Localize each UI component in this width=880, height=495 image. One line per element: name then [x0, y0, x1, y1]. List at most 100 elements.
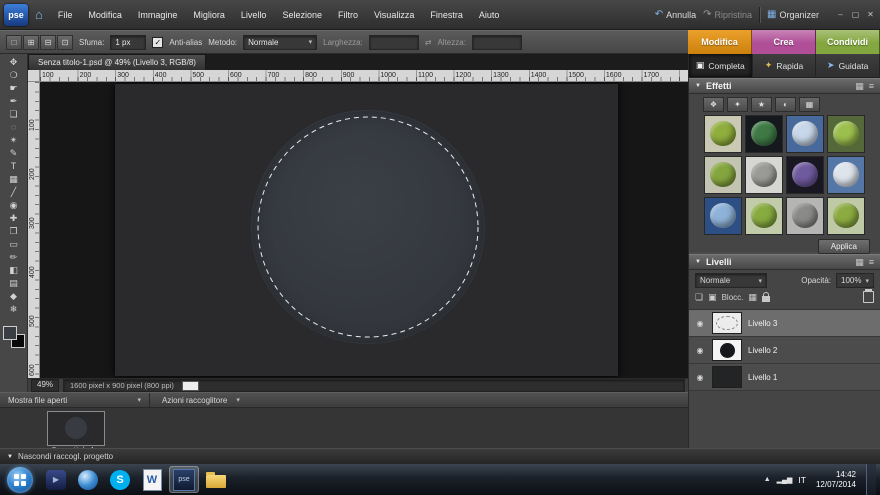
workspace-tab[interactable]: Modifica	[688, 30, 752, 54]
layer-styles-category-button[interactable]: ✦	[727, 97, 748, 112]
menu-item[interactable]: Finestra	[422, 0, 471, 30]
minimize-button[interactable]: –	[834, 10, 847, 19]
straighten-tool[interactable]: ╱	[3, 186, 25, 198]
edit-mode-tab[interactable]: ✦ Rapida	[753, 54, 817, 77]
add-to-selection-button[interactable]: ⊞	[23, 35, 39, 50]
edit-mode-tab[interactable]: ▣ Completa	[689, 54, 753, 77]
menu-item[interactable]: Livello	[233, 0, 275, 30]
horizontal-ruler[interactable]: 1002003004005006007008009001000110012001…	[40, 70, 688, 82]
eyedropper-tool[interactable]: ✒	[3, 95, 25, 107]
blur-tool[interactable]: ❄	[3, 303, 25, 315]
effect-thumbnail[interactable]	[745, 115, 783, 153]
word-app[interactable]: W	[137, 466, 167, 493]
red-eye-tool[interactable]: ◉	[3, 199, 25, 211]
effects-grid-icon[interactable]: ▦	[855, 81, 864, 92]
layer-row[interactable]: ◉ Livello 3	[689, 310, 880, 337]
layer-thumbnail[interactable]	[712, 339, 742, 361]
taskbar-clock[interactable]: 14:42 12/07/2014	[812, 470, 860, 490]
document-image[interactable]	[115, 84, 618, 376]
blend-mode-dropdown[interactable]: Normale ▾	[695, 273, 767, 288]
skype-app[interactable]: S	[105, 466, 135, 493]
organizer-button[interactable]: ▦ Organizer	[767, 9, 819, 20]
bin-document-thumbnail[interactable]	[47, 411, 105, 446]
paint-bucket-tool[interactable]: ◧	[3, 264, 25, 276]
brush-tool[interactable]: ✏	[3, 251, 25, 263]
eraser-tool[interactable]: ▭	[3, 238, 25, 250]
effect-thumbnail[interactable]	[827, 156, 865, 194]
document-tab[interactable]: Senza titolo-1.psd @ 49% (Livello 3, RGB…	[28, 54, 206, 70]
zoom-tool[interactable]: ❍	[3, 69, 25, 81]
undo-button[interactable]: ↶ Annulla	[655, 9, 696, 20]
mode-dropdown[interactable]: Normale ▾	[243, 35, 317, 50]
zoom-level[interactable]: 49%	[31, 379, 59, 392]
visibility-eye-icon[interactable]: ◉	[694, 319, 706, 328]
menu-item[interactable]: Modifica	[80, 0, 130, 30]
feather-input[interactable]: 1 px	[110, 35, 146, 50]
lock-transparency-icon[interactable]: ▦	[748, 292, 757, 303]
foreground-color-swatch[interactable]	[3, 326, 17, 340]
bin-actions-button[interactable]: Azioni raccoglitore ▾	[150, 396, 252, 405]
media-player-app[interactable]: ▶	[41, 466, 71, 493]
network-icon[interactable]: ▂▄▆	[777, 476, 793, 484]
collapse-triangle-icon[interactable]: ▼	[695, 83, 701, 89]
explorer-app[interactable]	[201, 466, 231, 493]
layers-grid-icon[interactable]: ▦	[855, 257, 864, 268]
crop-tool[interactable]: ▦	[3, 173, 25, 185]
close-button[interactable]: ✕	[864, 10, 877, 19]
apply-button[interactable]: Applica	[818, 239, 870, 254]
move-tool[interactable]: ✥	[3, 56, 25, 68]
vertical-ruler[interactable]: 100200300400500600	[28, 82, 40, 378]
edit-mode-tab[interactable]: ➤ Guidata	[816, 54, 880, 77]
lock-all-icon[interactable]	[762, 296, 770, 302]
effect-thumbnail[interactable]	[745, 156, 783, 194]
maximize-button[interactable]: ▢	[849, 10, 862, 19]
effect-thumbnail[interactable]	[704, 156, 742, 194]
swap-dimensions-icon[interactable]: ⇄	[425, 38, 432, 47]
effect-thumbnail[interactable]	[704, 115, 742, 153]
canvas[interactable]	[40, 82, 688, 378]
height-input[interactable]	[472, 35, 522, 50]
effect-thumbnail[interactable]	[745, 197, 783, 235]
layer-name[interactable]: Livello 2	[748, 346, 777, 355]
filters-category-button[interactable]: ❖	[703, 97, 724, 112]
effect-thumbnail[interactable]	[704, 197, 742, 235]
layer-row[interactable]: ◉ Livello 2	[689, 337, 880, 364]
menu-item[interactable]: File	[50, 0, 81, 30]
photoshop-elements-app[interactable]: pse	[169, 466, 199, 493]
scrollbar-thumb[interactable]	[182, 381, 199, 391]
lasso-tool[interactable]: ◌	[3, 121, 25, 133]
hide-project-bin-button[interactable]: Nascondi raccogl. progetto	[18, 452, 113, 461]
redo-button[interactable]: ↷ Ripristina	[703, 9, 752, 20]
effect-thumbnail[interactable]	[827, 197, 865, 235]
start-button[interactable]	[7, 467, 33, 493]
show-open-files-dropdown[interactable]: Mostra file aperti ▾	[0, 393, 150, 407]
layer-name[interactable]: Livello 1	[748, 373, 777, 382]
workspace-tab[interactable]: Crea	[752, 30, 816, 54]
show-all-button[interactable]: ▦	[799, 97, 820, 112]
layer-name[interactable]: Livello 3	[748, 319, 777, 328]
home-icon[interactable]: ⌂	[35, 7, 43, 22]
marquee-tool[interactable]: ❏	[3, 108, 25, 120]
gradient-tool[interactable]: ▤	[3, 277, 25, 289]
effect-thumbnail[interactable]	[786, 156, 824, 194]
all-effects-category-button[interactable]: ◐	[775, 97, 796, 112]
new-selection-button[interactable]: □	[6, 35, 22, 50]
layer-thumbnail[interactable]	[712, 312, 742, 334]
visibility-eye-icon[interactable]: ◉	[694, 373, 706, 382]
visibility-eye-icon[interactable]: ◉	[694, 346, 706, 355]
menu-item[interactable]: Migliora	[185, 0, 233, 30]
collapse-triangle-icon[interactable]: ▼	[695, 259, 701, 265]
menu-item[interactable]: Aiuto	[471, 0, 508, 30]
language-indicator[interactable]: IT	[798, 475, 806, 485]
width-input[interactable]	[369, 35, 419, 50]
menu-item[interactable]: Immagine	[130, 0, 186, 30]
magic-wand-tool[interactable]: ✴	[3, 134, 25, 146]
effect-thumbnail[interactable]	[827, 115, 865, 153]
effect-thumbnail[interactable]	[786, 115, 824, 153]
layer-row[interactable]: ◉ Livello 1	[689, 364, 880, 391]
browser-app[interactable]	[73, 466, 103, 493]
layer-mask-icon[interactable]: ▣	[708, 292, 717, 303]
photo-effects-category-button[interactable]: ★	[751, 97, 772, 112]
intersect-selection-button[interactable]: ⊡	[57, 35, 73, 50]
type-tool[interactable]: T	[3, 160, 25, 172]
